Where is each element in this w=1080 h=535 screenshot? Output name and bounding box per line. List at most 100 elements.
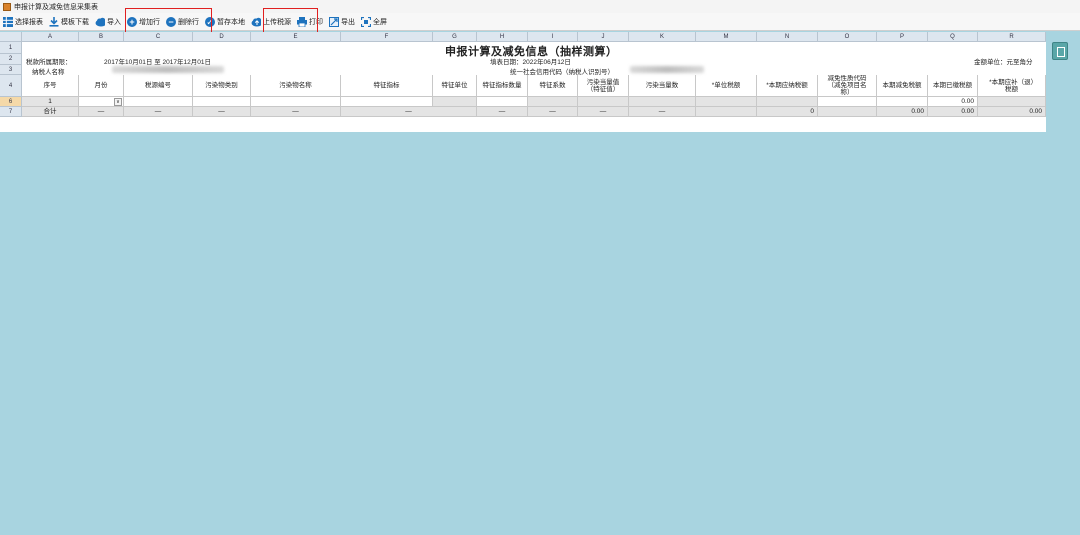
header-cell: 特征单位 xyxy=(433,75,477,97)
reduction-cell[interactable] xyxy=(877,97,928,107)
fill-date: 填表日期：2022年06月12日 xyxy=(490,59,571,66)
template-download-button[interactable]: 模板下载 xyxy=(47,14,91,30)
header-cell: *本期应纳税额 xyxy=(757,75,818,97)
header-cell: 月份 xyxy=(79,75,124,97)
total-dash: — xyxy=(251,107,341,117)
printer-icon xyxy=(297,16,307,27)
total-dash: — xyxy=(124,107,193,117)
total-dash: — xyxy=(578,107,629,117)
col-header[interactable]: Q xyxy=(928,32,978,42)
col-header[interactable]: R xyxy=(978,32,1046,42)
total-paid: 0.00 xyxy=(928,107,978,117)
col-header[interactable]: C xyxy=(124,32,193,42)
equivalent-count-cell[interactable] xyxy=(629,97,696,107)
period-value: 2017年10月01日 至 2017年12月01日 xyxy=(104,59,211,66)
header-cell: *本期应补（退）税额 xyxy=(978,75,1046,97)
taxpayer-name-redacted xyxy=(112,66,224,73)
tax-payable-cell[interactable] xyxy=(757,97,818,107)
tax-source-cell[interactable] xyxy=(124,97,193,107)
header-cell: 特征指标 xyxy=(341,75,433,97)
indicator-qty-cell[interactable] xyxy=(477,97,528,107)
col-header[interactable]: P xyxy=(877,32,928,42)
chevron-down-icon[interactable]: ∨ xyxy=(114,98,122,106)
col-header[interactable]: N xyxy=(757,32,818,42)
total-dash: — xyxy=(528,107,578,117)
export-icon xyxy=(329,16,339,27)
pollutant-category-cell[interactable] xyxy=(193,97,251,107)
download-icon xyxy=(49,16,59,27)
import-button[interactable]: 导入 xyxy=(93,14,123,30)
row-header[interactable]: 7 xyxy=(0,107,22,117)
col-header[interactable]: K xyxy=(629,32,696,42)
col-header[interactable]: E xyxy=(251,32,341,42)
total-dash: — xyxy=(341,107,477,117)
header-cell: 污染当量数 xyxy=(629,75,696,97)
print-button[interactable]: 打印 xyxy=(295,14,325,30)
row-header[interactable]: 6 xyxy=(0,97,22,107)
col-header[interactable]: F xyxy=(341,32,433,42)
refund-cell[interactable] xyxy=(978,97,1046,107)
col-header[interactable]: M xyxy=(696,32,757,42)
total-dash: — xyxy=(629,107,696,117)
header-cell: 污染当量值（特征值） xyxy=(578,75,629,97)
header-cell: 污染物类别 xyxy=(193,75,251,97)
unit-tax-cell[interactable] xyxy=(696,97,757,107)
cloud-icon xyxy=(95,17,105,27)
col-header[interactable]: I xyxy=(528,32,578,42)
side-panel xyxy=(1046,32,1080,535)
minus-circle-icon: − xyxy=(166,16,176,27)
window-titlebar: 申报计算及减免信息采集表 xyxy=(0,0,1080,13)
app-icon xyxy=(3,2,11,11)
grid-icon xyxy=(3,16,13,27)
header-cell: 序号 xyxy=(22,75,79,97)
upload-tax-source-button[interactable]: 上传税源 xyxy=(249,14,293,30)
row-header[interactable]: 3 xyxy=(0,65,22,75)
total-empty xyxy=(696,107,757,117)
header-cell: 污染物名称 xyxy=(251,75,341,97)
header-cell: 税源编号 xyxy=(124,75,193,97)
fullscreen-button[interactable]: 全屏 xyxy=(359,14,389,30)
header-cell: *单位税额 xyxy=(696,75,757,97)
amount-unit: 金额单位：元至角分 xyxy=(974,59,1033,66)
delete-row-button[interactable]: − 删除行 xyxy=(164,14,201,30)
export-button[interactable]: 导出 xyxy=(327,14,357,30)
col-header[interactable]: H xyxy=(477,32,528,42)
fullscreen-icon xyxy=(361,16,371,27)
header-cell: 特征指标数量 xyxy=(477,75,528,97)
select-table-button[interactable]: 选择报表 xyxy=(1,14,45,30)
header-cell: 本期减免税额 xyxy=(877,75,928,97)
col-header[interactable]: J xyxy=(578,32,629,42)
col-header[interactable]: A xyxy=(22,32,79,42)
reduction-code-cell[interactable] xyxy=(818,97,877,107)
spreadsheet: A B C D E F G H I J K M N O P Q R 1 2 3 … xyxy=(0,32,1046,132)
row-header[interactable]: 4 xyxy=(0,75,22,97)
header-cell: 减免性质代码（减免项目名称） xyxy=(818,75,877,97)
equivalent-value-cell[interactable] xyxy=(578,97,629,107)
unit-cell[interactable] xyxy=(433,97,477,107)
add-row-button[interactable]: + 增加行 xyxy=(125,14,162,30)
cloud-upload-icon xyxy=(251,17,261,27)
save-local-button[interactable]: ✓ 暂存本地 xyxy=(203,14,247,30)
corner-cell[interactable] xyxy=(0,32,22,42)
row-header[interactable]: 1 xyxy=(0,42,22,54)
indicator-cell[interactable] xyxy=(341,97,433,107)
pollutant-name-cell[interactable] xyxy=(251,97,341,107)
col-header[interactable]: B xyxy=(79,32,124,42)
document-icon[interactable] xyxy=(1052,42,1068,60)
col-header[interactable]: G xyxy=(433,32,477,42)
window-title: 申报计算及减免信息采集表 xyxy=(14,3,98,11)
row-header[interactable]: 2 xyxy=(0,54,22,65)
total-dash: — xyxy=(79,107,124,117)
month-select[interactable]: ∨ xyxy=(79,97,124,107)
credit-code-redacted xyxy=(630,66,704,73)
total-tax-payable: 0 xyxy=(757,107,818,117)
col-header[interactable]: O xyxy=(818,32,877,42)
coefficient-cell[interactable] xyxy=(528,97,578,107)
col-header[interactable]: D xyxy=(193,32,251,42)
toolbar: 选择报表 模板下载 导入 + 增加行 − 删除行 ✓ 暂存本地 上传税源 打印 xyxy=(0,13,1080,31)
header-cell: 特征系数 xyxy=(528,75,578,97)
total-dash: — xyxy=(193,107,251,117)
paid-cell[interactable]: 0.00 xyxy=(928,97,978,107)
data-index-cell[interactable]: 1 xyxy=(22,97,79,107)
total-refund: 0.00 xyxy=(978,107,1046,117)
